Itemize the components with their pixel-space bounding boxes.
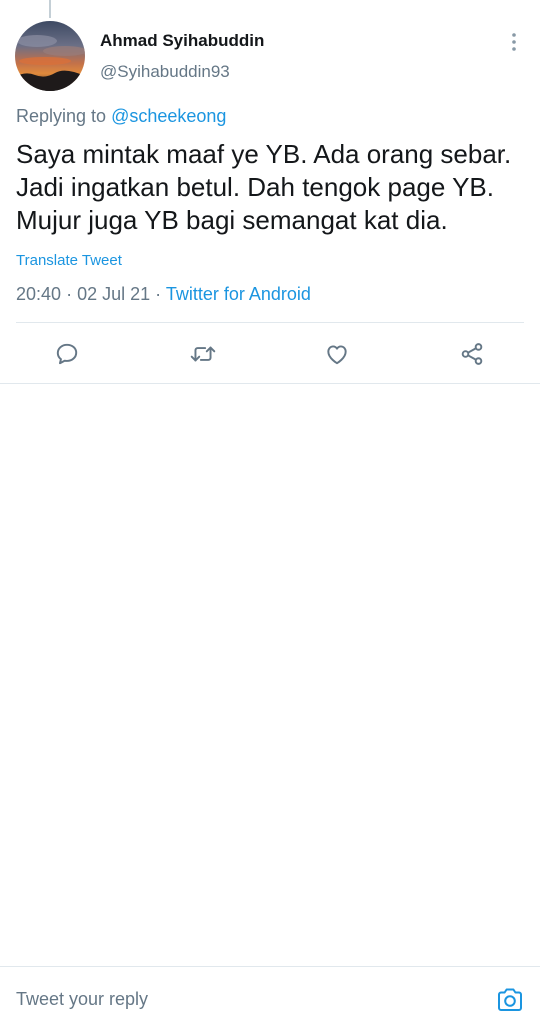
heart-icon xyxy=(327,345,347,365)
retweet-icon xyxy=(190,346,216,362)
thread-connector-line xyxy=(49,0,51,18)
divider xyxy=(0,383,540,384)
divider xyxy=(16,322,524,323)
tweet-source-link[interactable]: Twitter for Android xyxy=(166,284,311,304)
author-display-name[interactable]: Ahmad Syihabuddin xyxy=(100,31,264,51)
replying-to-line: Replying to @scheekeong xyxy=(16,106,226,127)
meta-separator: · xyxy=(66,284,73,304)
translate-tweet-link[interactable]: Translate Tweet xyxy=(16,252,122,269)
tweet-metadata: 20:40 · 02 Jul 21 · Twitter for Android xyxy=(16,284,311,305)
reply-button[interactable] xyxy=(52,339,82,369)
reply-composer-bar: Tweet your reply xyxy=(0,966,540,1021)
share-icon xyxy=(461,343,483,365)
share-button[interactable] xyxy=(457,339,487,369)
meta-separator: · xyxy=(155,284,162,304)
tweet-date: 02 Jul 21 xyxy=(77,284,151,304)
tweet-detail-screen: Ahmad Syihabuddin @Syihabuddin93 Replyin… xyxy=(0,0,540,1021)
replying-to-label: Replying to xyxy=(16,106,107,126)
reply-input[interactable]: Tweet your reply xyxy=(16,989,148,1010)
like-button[interactable] xyxy=(322,339,352,369)
more-options-button[interactable] xyxy=(504,28,524,56)
tweet-time: 20:40 xyxy=(16,284,62,304)
avatar[interactable] xyxy=(15,21,85,91)
camera-icon xyxy=(498,988,522,1011)
avatar-sunset-image xyxy=(15,21,85,91)
vertical-dots-icon xyxy=(512,33,516,51)
tweet-actions-bar xyxy=(0,335,540,373)
retweet-button[interactable] xyxy=(188,339,218,369)
tweet-text: Saya mintak maaf ye YB. Ada orang sebar.… xyxy=(16,139,512,235)
author-handle[interactable]: @Syihabuddin93 xyxy=(100,62,230,82)
reply-icon xyxy=(56,343,78,365)
camera-button[interactable] xyxy=(494,985,526,1015)
replying-to-mention[interactable]: @scheekeong xyxy=(111,106,226,126)
